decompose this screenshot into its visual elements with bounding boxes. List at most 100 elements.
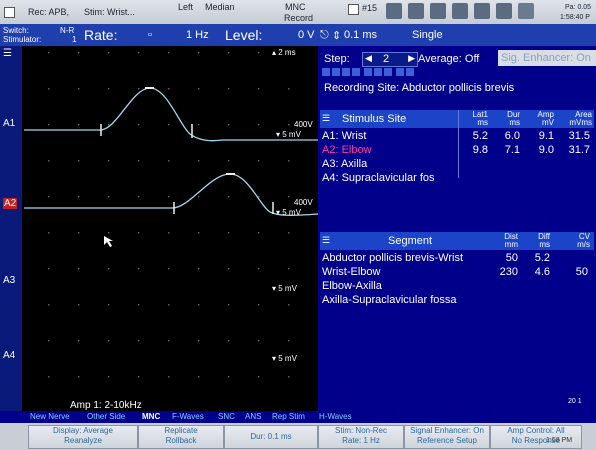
- channel-menu-icon[interactable]: ☰: [3, 48, 12, 59]
- table-row[interactable]: Elbow-Axilla: [322, 280, 592, 294]
- waveform-area[interactable]: ▴ 2 ms 400V ▾ 5 mV 400V ▾ 5 mV ▾ 5 mV ▾ …: [22, 46, 319, 411]
- tab-rep-stim[interactable]: Rep Stim: [272, 412, 305, 421]
- grid-dot: [138, 196, 140, 198]
- tool-icon[interactable]: [342, 68, 350, 76]
- trace-a1: [24, 87, 318, 142]
- tool-icon[interactable]: [322, 68, 330, 76]
- grid-dot: [78, 196, 80, 198]
- grid-dot: [168, 340, 170, 342]
- table-menu-icon[interactable]: ☰: [322, 235, 330, 246]
- stim-lat-cell: 5.2: [472, 130, 488, 142]
- channel-label-a2[interactable]: A2: [3, 198, 18, 209]
- tools-icon[interactable]: [496, 3, 512, 19]
- tool-icon[interactable]: [364, 68, 372, 76]
- tool-icon[interactable]: [406, 68, 414, 76]
- table-row[interactable]: A4: Supraclavicular fos: [322, 172, 592, 186]
- a4-gain[interactable]: ▾ 5 mV: [272, 354, 297, 363]
- channel-label-a3[interactable]: A3: [3, 275, 15, 286]
- replicate-button[interactable]: Replicate Rollback: [138, 425, 224, 449]
- table-row[interactable]: A2: Elbow 9.8 7.1 9.0 31.7: [322, 144, 592, 158]
- grid-dot: [168, 268, 170, 270]
- mouse-cursor-icon: [104, 236, 113, 247]
- pa-label: Pa: 0.05: [565, 4, 592, 11]
- grid-icon[interactable]: [452, 3, 468, 19]
- average-label[interactable]: Average: Off: [418, 53, 479, 65]
- tab-other-side[interactable]: Other Side: [87, 412, 125, 421]
- table-row[interactable]: A3: Axilla: [322, 158, 592, 172]
- table-row[interactable]: A1: Wrist 5.2 6.0 9.1 31.5: [322, 130, 592, 144]
- grid-dot: [138, 232, 140, 234]
- grid-dots: [48, 52, 290, 378]
- stim-dur-cell: 6.0: [504, 130, 520, 142]
- up-down-icon[interactable]: ⇕: [332, 29, 341, 42]
- grid-dot: [258, 304, 260, 306]
- area-header: Area mVms: [569, 110, 592, 127]
- polarity-value[interactable]: Single: [412, 29, 443, 41]
- channel-label-a1[interactable]: A1: [3, 118, 15, 129]
- grid-dot: [228, 268, 230, 270]
- rate-value[interactable]: 1 Hz: [186, 29, 209, 41]
- a1-gain[interactable]: ▾ 5 mV: [276, 130, 301, 139]
- a3-gain[interactable]: ▾ 5 mV: [272, 284, 297, 293]
- grid-dot: [48, 196, 50, 198]
- rate-toggle-icon[interactable]: ▫: [148, 29, 152, 41]
- stim-site-cell: A3: Axilla: [322, 158, 368, 170]
- tab-f-waves[interactable]: F-Waves: [172, 412, 204, 421]
- table-divider: [458, 110, 459, 178]
- grid-dot: [48, 124, 50, 126]
- tool-icon[interactable]: [396, 68, 404, 76]
- switch-value[interactable]: N-R: [60, 26, 74, 35]
- tool-icon[interactable]: [332, 68, 340, 76]
- window-checkbox[interactable]: [4, 7, 15, 18]
- grid-dot: [48, 376, 50, 378]
- grid-dot: [78, 268, 80, 270]
- grid-dot: [228, 52, 230, 54]
- settings-icon[interactable]: [408, 3, 424, 19]
- grid-dot: [168, 196, 170, 198]
- tab-ans[interactable]: ANS: [245, 412, 261, 421]
- grid-dot: [228, 376, 230, 378]
- grid-dot: [258, 232, 260, 234]
- seg-seg-cell: Wrist-Elbow: [322, 266, 381, 278]
- step-left-arrow-icon[interactable]: ◀: [365, 53, 372, 64]
- duration-value[interactable]: 0.1 ms: [344, 29, 377, 41]
- tab-new-nerve[interactable]: New Nerve: [30, 412, 70, 421]
- stim-lat-cell: 9.8: [472, 144, 488, 156]
- grid-dot: [258, 376, 260, 378]
- duration-button[interactable]: Dur: 0.1 ms: [224, 425, 318, 449]
- signal-enhancer-button[interactable]: Signal Enhancer: On Reference Setup: [404, 425, 490, 449]
- tab-snc[interactable]: SNC: [218, 412, 235, 421]
- step-right-arrow-icon[interactable]: ▶: [408, 53, 415, 64]
- grid-dot: [228, 196, 230, 198]
- grid-dot: [48, 268, 50, 270]
- grid-dot: [198, 268, 200, 270]
- grid-dot: [138, 124, 140, 126]
- display-average-button[interactable]: Display: Average Reanalyze: [28, 425, 138, 449]
- tool-icon[interactable]: [352, 68, 360, 76]
- stimulator-value[interactable]: 1: [72, 35, 76, 44]
- stim-rate-button[interactable]: Stim: Non-Rec Rate: 1 Hz: [318, 425, 404, 449]
- step-field[interactable]: ◀ 2 ▶: [362, 52, 418, 67]
- level-value[interactable]: 0 V: [298, 29, 315, 41]
- sig-enhancer[interactable]: Sig. Enhancer: On: [498, 50, 596, 66]
- table-menu-icon[interactable]: ☰: [322, 113, 330, 124]
- grid-dot: [258, 52, 260, 54]
- tool-icon[interactable]: [384, 68, 392, 76]
- help-icon[interactable]: [518, 3, 534, 19]
- check-icon[interactable]: [348, 4, 359, 15]
- print-icon[interactable]: [474, 3, 490, 19]
- channel-label-a4[interactable]: A4: [3, 350, 15, 361]
- table-row[interactable]: Abductor pollicis brevis-Wrist 50 5.2: [322, 252, 592, 266]
- grid-dot: [198, 88, 200, 90]
- tab-mnc[interactable]: MNC: [142, 412, 160, 421]
- table-row[interactable]: Wrist-Elbow 230 4.6 50: [322, 266, 592, 280]
- tool-icon[interactable]: [374, 68, 382, 76]
- camera-icon[interactable]: [386, 3, 402, 19]
- tab-h-waves[interactable]: H-Waves: [319, 412, 352, 421]
- seg-seg-cell: Elbow-Axilla: [322, 280, 382, 292]
- title-bar: Rec: APB, Stim: Wrist... Left Median MNC…: [0, 0, 596, 24]
- sig-enhancer-label: Sig. Enhancer: On: [501, 52, 591, 64]
- a2-gain[interactable]: ▾ 5 mV: [276, 208, 301, 217]
- table-row[interactable]: Axilla-Supraclavicular fossa: [322, 294, 592, 308]
- display-icon[interactable]: [430, 3, 446, 19]
